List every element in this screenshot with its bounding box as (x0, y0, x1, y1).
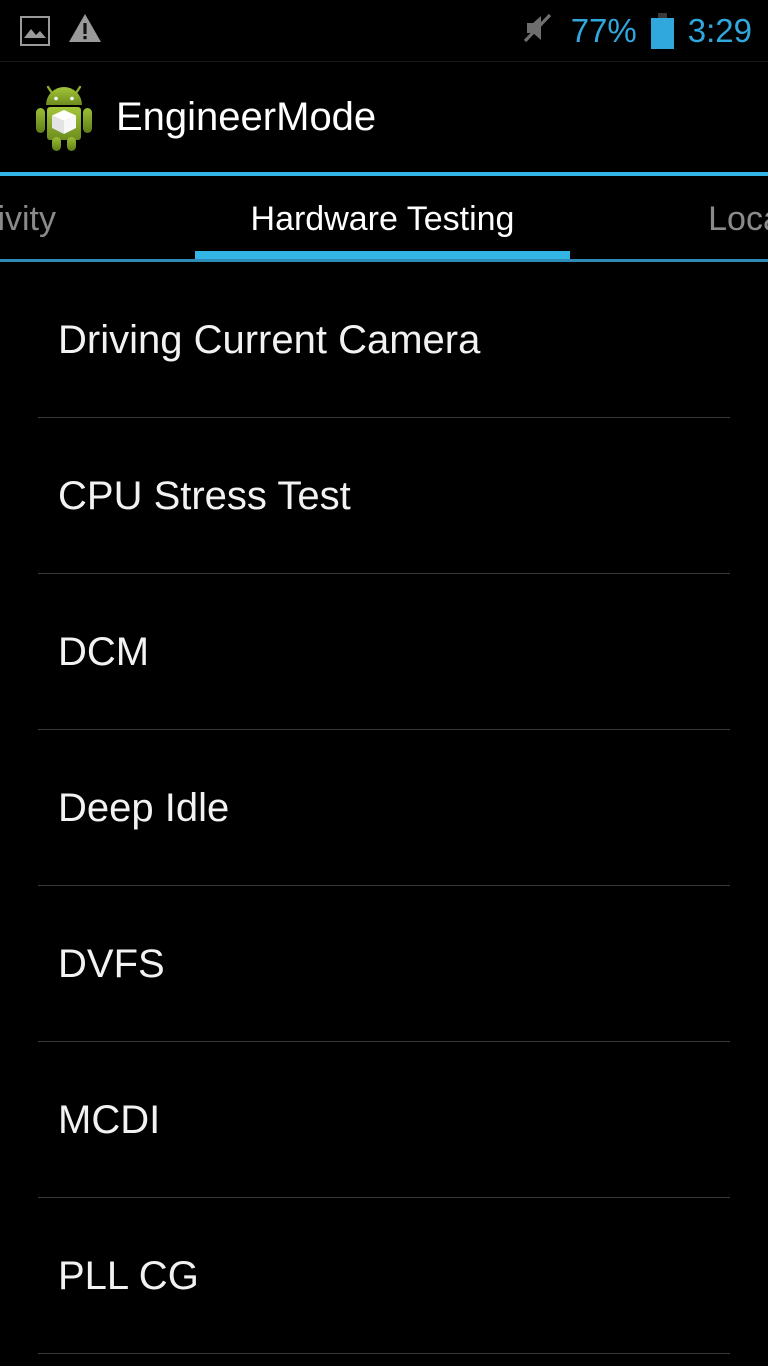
list-divider (38, 1353, 730, 1354)
android-engineermode-icon[interactable] (32, 82, 96, 152)
list-item-label: CPU Stress Test (58, 473, 351, 518)
list-item-label: MCDI (58, 1097, 161, 1142)
tab-hardware-testing[interactable]: Hardware Testing (195, 176, 570, 262)
hardware-testing-list[interactable]: Driving Current Camera CPU Stress Test D… (0, 262, 768, 1366)
volume-mute-icon (519, 9, 557, 52)
list-item-label: Driving Current Camera (58, 317, 481, 362)
status-bar-left-icons (20, 12, 102, 49)
tab-connectivity[interactable]: tivity (0, 176, 192, 262)
list-item-label: DCM (58, 629, 150, 674)
tab-connectivity-label: tivity (0, 199, 56, 238)
screenshot-image-icon (20, 15, 50, 46)
action-bar: EngineerMode (0, 62, 768, 172)
clock-label: 3:29 (687, 12, 752, 49)
list-item[interactable]: DCM (0, 574, 768, 729)
warning-triangle-icon (68, 12, 102, 49)
tab-hardware-testing-label: Hardware Testing (250, 199, 515, 238)
status-bar-right-icons: 77% 3:29 (519, 9, 752, 52)
tab-location[interactable]: Loca (575, 176, 768, 262)
list-item[interactable]: CPU Stress Test (0, 418, 768, 573)
list-item[interactable]: Deep Idle (0, 730, 768, 885)
app-screen: 77% 3:29 EngineerMode ivity Hardware Tes… (0, 0, 768, 1366)
list-item[interactable]: DVFS (0, 886, 768, 1041)
battery-percent-label: 77% (570, 12, 637, 49)
app-title: EngineerMode (116, 95, 377, 139)
list-item[interactable]: Driving Current Camera (0, 262, 768, 417)
list-item-label: Deep Idle (58, 785, 230, 830)
list-item-label: PLL CG (58, 1253, 199, 1298)
tab-strip[interactable]: tivity Hardware Testing Loca (0, 172, 768, 262)
status-bar[interactable]: 77% 3:29 (0, 0, 768, 62)
tab-location-label: Loca (708, 199, 768, 238)
list-item-label: DVFS (58, 941, 165, 986)
list-item[interactable]: PLL CG (0, 1198, 768, 1353)
battery-icon (650, 12, 674, 49)
list-item[interactable]: MCDI (0, 1042, 768, 1197)
tab-active-indicator (195, 251, 570, 259)
